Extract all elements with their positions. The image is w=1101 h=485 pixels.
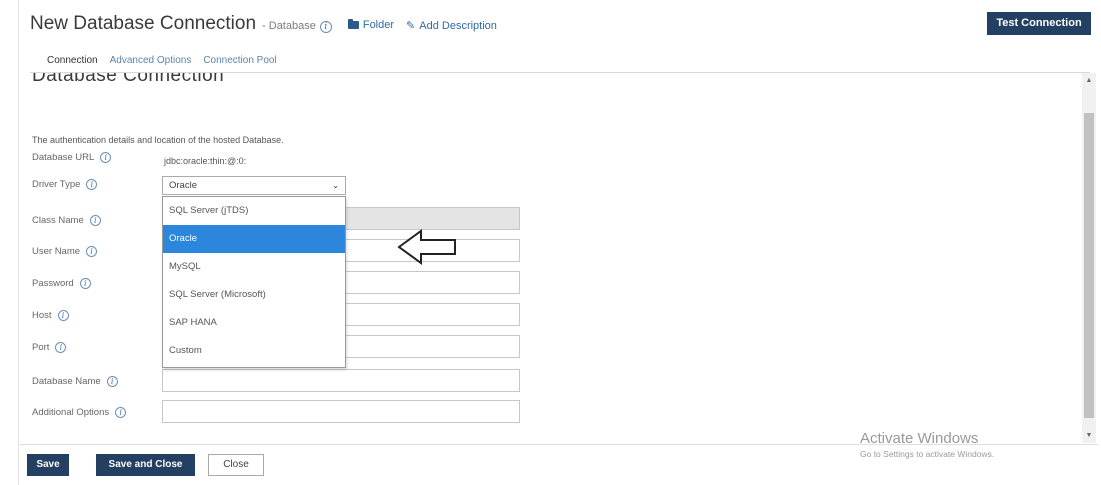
tab-bar: Connection Advanced Options Connection P… [47, 55, 289, 71]
info-icon[interactable]: i [100, 152, 112, 163]
dialog-header: New Database Connection - Database i Fol… [30, 13, 497, 39]
page-subtitle: - Database [262, 20, 316, 32]
database-url-label-text: Database URL [32, 152, 95, 163]
class-name-label-text: Class Name [32, 215, 84, 226]
database-name-label: Database Name i [32, 376, 118, 387]
watermark-subtitle: Go to Settings to activate Windows. [860, 449, 995, 459]
dropdown-option-sql-server-microsoft[interactable]: SQL Server (Microsoft) [163, 281, 345, 309]
host-label: Host i [32, 310, 69, 321]
driver-type-value: Oracle [169, 180, 197, 191]
password-label-text: Password [32, 278, 74, 289]
left-arrow-icon [397, 229, 456, 265]
host-label-text: Host [32, 310, 52, 321]
connection-panel: Database Connection The authentication d… [22, 73, 1080, 443]
activate-windows-watermark: Activate Windows Go to Settings to activ… [860, 430, 994, 459]
database-url-value: jdbc:oracle:thin:@:0: [164, 156, 247, 166]
page-title: New Database Connection [30, 13, 257, 34]
close-button[interactable]: Close [208, 454, 264, 476]
info-icon[interactable]: i [89, 215, 101, 226]
folder-link[interactable]: Folder [347, 19, 395, 31]
folder-icon [347, 19, 359, 29]
save-button[interactable]: Save [27, 454, 69, 476]
info-icon[interactable]: i [86, 246, 98, 257]
driver-type-label: Driver Type i [32, 179, 98, 190]
dropdown-option-mysql[interactable]: MySQL [163, 253, 345, 281]
class-name-label: Class Name i [32, 215, 101, 226]
info-icon[interactable]: i [55, 342, 67, 353]
chevron-down-icon: ⌄ [332, 181, 339, 190]
scroll-down-icon[interactable]: ▼ [1082, 432, 1096, 439]
driver-type-dropdown: SQL Server (jTDS) Oracle MySQL SQL Serve… [162, 196, 346, 368]
dropdown-option-sql-server-jtds[interactable]: SQL Server (jTDS) [163, 197, 345, 225]
info-icon[interactable]: i [115, 407, 127, 418]
additional-options-label-text: Additional Options [32, 407, 110, 418]
driver-type-label-text: Driver Type [32, 179, 81, 190]
info-icon[interactable]: i [57, 310, 69, 321]
scrollbar-thumb[interactable] [1084, 113, 1094, 418]
info-icon[interactable]: i [319, 21, 332, 33]
additional-options-field[interactable] [162, 400, 520, 423]
section-description: The authentication details and location … [32, 135, 284, 145]
folder-link-label: Folder [362, 19, 395, 31]
additional-options-label: Additional Options i [32, 407, 127, 418]
database-name-field[interactable] [162, 369, 520, 392]
user-name-label-text: User Name [32, 246, 81, 257]
password-label: Password i [32, 278, 91, 289]
user-name-label: User Name i [32, 246, 98, 257]
tab-connection[interactable]: Connection [47, 55, 98, 71]
info-icon[interactable]: i [106, 376, 118, 387]
add-description-label: Add Description [419, 19, 497, 32]
save-and-close-button[interactable]: Save and Close [96, 454, 195, 476]
dropdown-option-oracle[interactable]: Oracle [163, 225, 345, 253]
driver-type-select[interactable]: Oracle ⌄ [162, 176, 346, 195]
vertical-scrollbar[interactable]: ▲ ▼ [1082, 73, 1096, 443]
info-icon[interactable]: i [79, 278, 91, 289]
port-label-text: Port [32, 342, 50, 353]
database-name-label-text: Database Name [32, 376, 101, 387]
database-url-label: Database URL i [32, 152, 112, 163]
dropdown-option-custom[interactable]: Custom [163, 337, 345, 365]
info-icon[interactable]: i [86, 179, 98, 190]
scroll-up-icon[interactable]: ▲ [1082, 77, 1096, 84]
watermark-title: Activate Windows [860, 430, 979, 447]
add-description-link[interactable]: ✎ Add Description [406, 19, 497, 33]
section-heading: Database Connection [32, 73, 225, 86]
pencil-icon: ✎ [406, 20, 416, 32]
tab-connection-pool[interactable]: Connection Pool [203, 55, 276, 71]
dropdown-option-sap-hana[interactable]: SAP HANA [163, 309, 345, 337]
port-label: Port i [32, 342, 67, 353]
tab-advanced-options[interactable]: Advanced Options [110, 55, 192, 71]
test-connection-button[interactable]: Test Connection [987, 12, 1091, 35]
